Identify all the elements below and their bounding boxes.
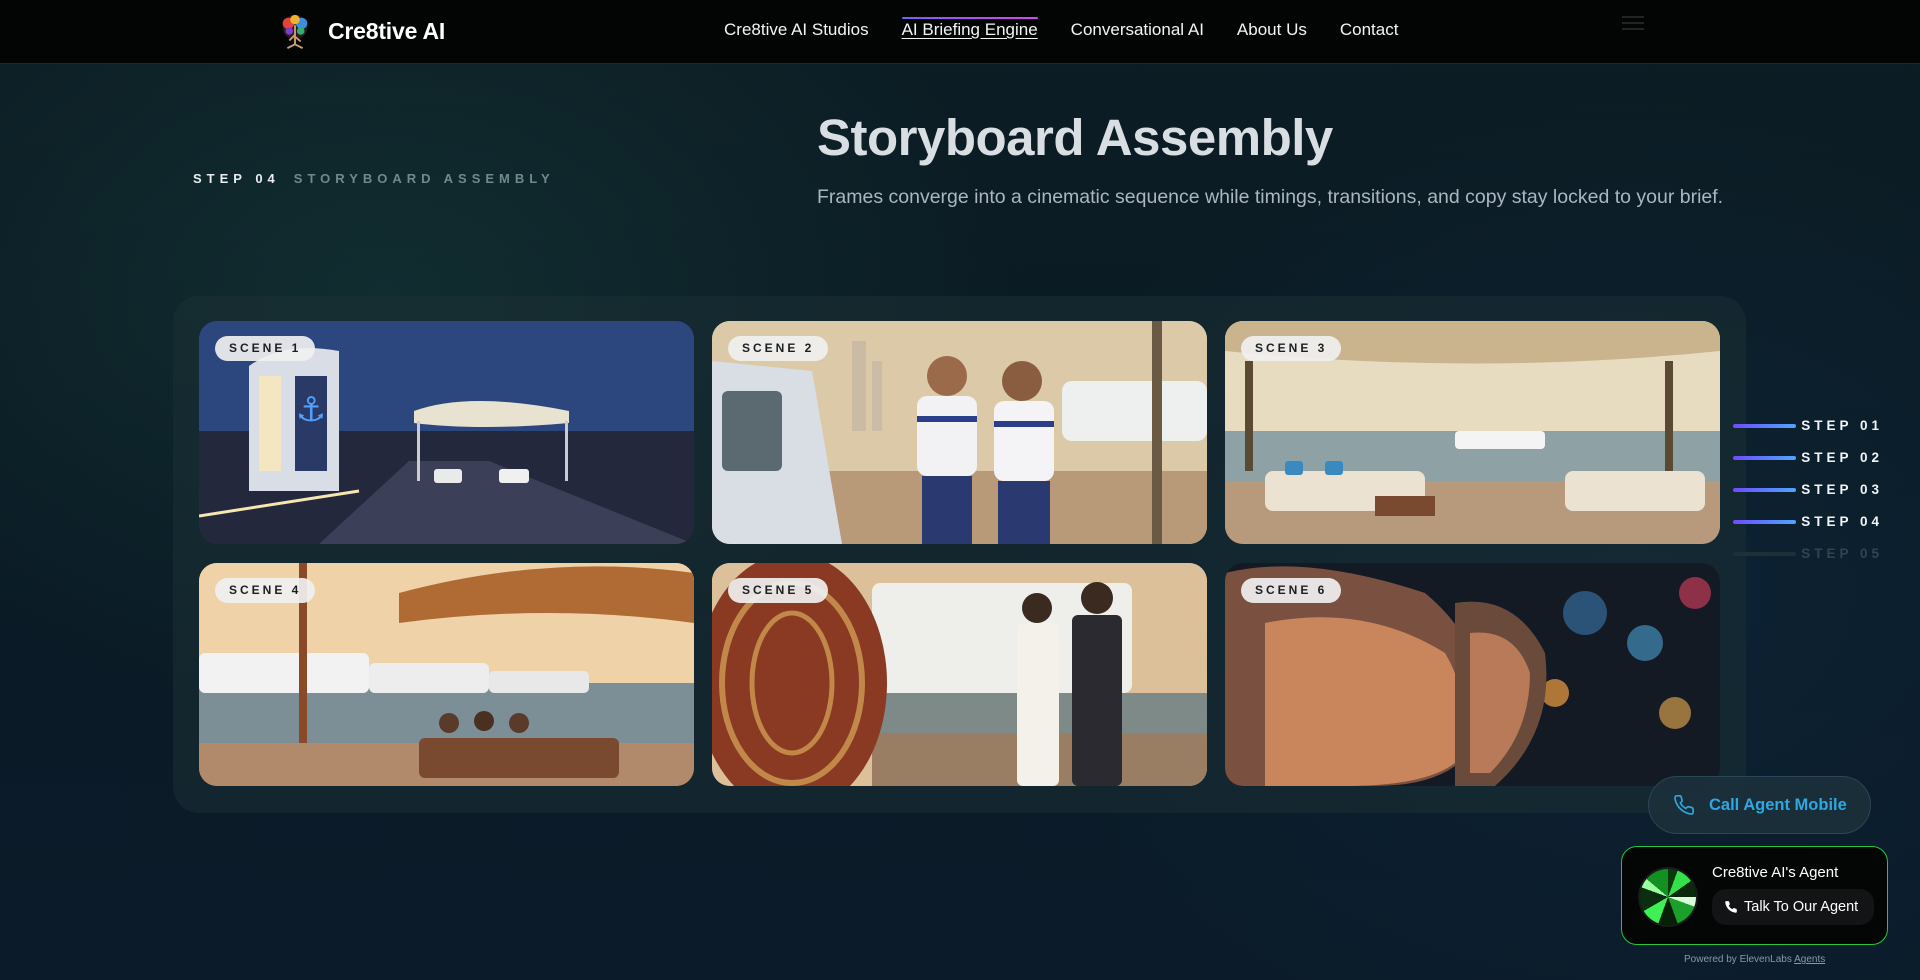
top-nav: Cre8tive AI Cre8tive AI Studios AI Brief… [0,0,1920,64]
agent-name: Cre8tive AI's Agent [1712,864,1839,881]
step-nav-label: STEP 01 [1801,418,1883,433]
scene-badge: SCENE 4 [215,578,316,603]
page-subtitle: Frames converge into a cinematic sequenc… [817,186,1724,208]
talk-to-agent-label: Talk To Our Agent [1744,899,1859,915]
call-agent-label: Call Agent Mobile [1709,795,1847,814]
scene-badge: SCENE 3 [1241,336,1342,361]
step-nav-label: STEP 05 [1801,546,1883,561]
brand[interactable]: Cre8tive AI [276,12,445,50]
step-progress-bar [1733,456,1796,460]
step-nav-label: STEP 02 [1801,450,1883,465]
step-progress-bar [1733,488,1796,492]
powered-by-text: Powered by ElevenLabs [1684,954,1792,965]
step-kicker-number: STEP 04 [193,171,280,186]
step-kicker-label: STORYBOARD ASSEMBLY [293,171,555,186]
scene-card-4[interactable]: SCENE 4 [199,563,694,786]
nav-link-contact[interactable]: Contact [1340,20,1399,40]
scene-badge: SCENE 6 [1241,578,1342,603]
step-nav-item-03[interactable]: STEP 03 [1733,482,1883,514]
scene-card-2[interactable]: SCENE 2 [712,321,1207,544]
step-nav-item-04[interactable]: STEP 04 [1733,514,1883,546]
scene-badge: SCENE 2 [728,336,829,361]
agent-orb-avatar [1640,869,1696,925]
step-nav-label: STEP 03 [1801,482,1883,497]
scene-card-1[interactable]: ⚓ SCENE 1 [199,321,694,544]
menu-icon[interactable] [1622,16,1644,32]
nav-link-briefing-engine[interactable]: AI Briefing Engine [901,17,1038,40]
scene-card-5[interactable]: SCENE 5 [712,563,1207,786]
tree-logo-icon [282,14,308,49]
nav-link-about-us[interactable]: About Us [1237,20,1307,40]
nav-link-studios[interactable]: Cre8tive AI Studios [724,20,869,40]
phone-icon [1725,901,1737,913]
step-nav-label: STEP 04 [1801,514,1883,529]
powered-by: Powered by ElevenLabs Agents [1684,954,1825,965]
powered-by-agents-link[interactable]: Agents [1794,954,1825,965]
svg-text:⚓: ⚓ [296,390,326,430]
nav-links: Cre8tive AI Studios AI Briefing Engine C… [724,17,1399,40]
step-kicker: STEP 04 STORYBOARD ASSEMBLY [193,171,555,186]
step-navigation: STEP 01 STEP 02 STEP 03 STEP 04 STEP 05 [1733,418,1883,578]
nav-link-conversational-ai[interactable]: Conversational AI [1071,20,1204,40]
step-nav-item-01[interactable]: STEP 01 [1733,418,1883,450]
brand-name: Cre8tive AI [328,17,446,44]
step-nav-item-05[interactable]: STEP 05 [1733,546,1883,578]
phone-icon [1674,795,1694,815]
call-agent-mobile-button[interactable]: Call Agent Mobile [1648,776,1871,834]
scene-card-6[interactable]: SCENE 6 [1225,563,1720,786]
step-progress-bar [1733,424,1796,428]
step-nav-item-02[interactable]: STEP 02 [1733,450,1883,482]
scene-badge: SCENE 1 [215,336,316,361]
step-progress-bar [1733,552,1796,556]
scene-badge: SCENE 5 [728,578,829,603]
talk-to-agent-button[interactable]: Talk To Our Agent [1712,889,1875,925]
step-progress-bar [1733,520,1796,524]
scene-card-3[interactable]: SCENE 3 [1225,321,1720,544]
page-title: Storyboard Assembly [817,109,1333,166]
agent-widget: Cre8tive AI's Agent Talk To Our Agent [1621,846,1888,945]
storyboard-panel: ⚓ SCENE 1 SCENE 2 SCENE 3 SCENE 4 SCENE … [173,296,1746,813]
